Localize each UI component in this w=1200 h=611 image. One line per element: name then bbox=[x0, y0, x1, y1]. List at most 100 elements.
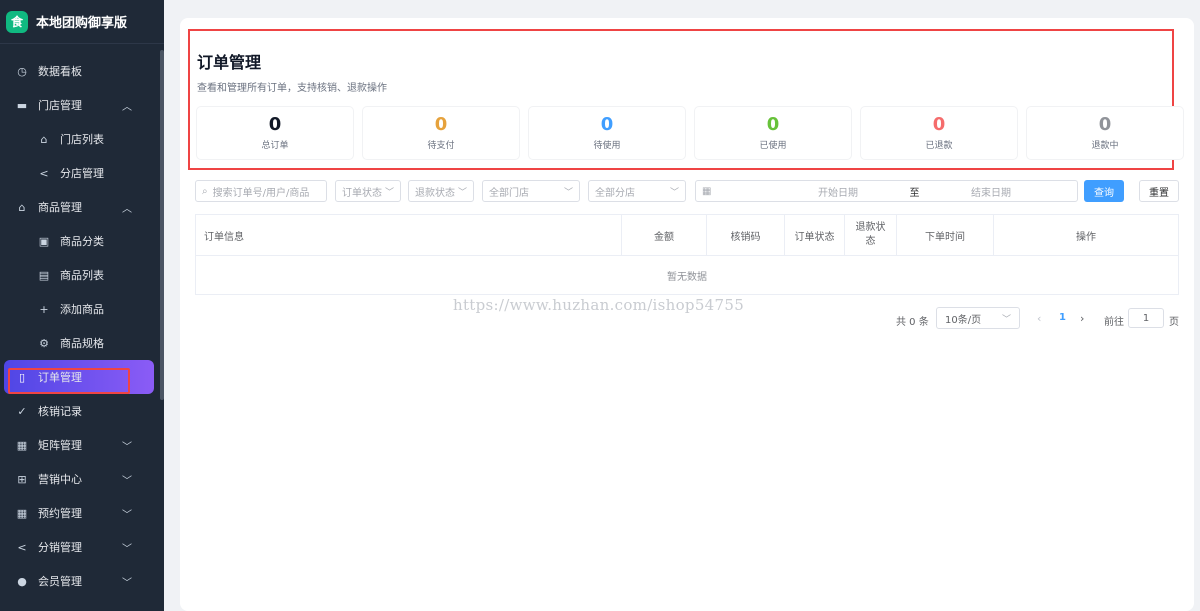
page-title: 订单管理 bbox=[197, 53, 262, 72]
sidebar-item-store-management[interactable]: ▬ 门店管理 ︿ bbox=[0, 88, 164, 122]
goto-page-input[interactable]: 1 bbox=[1128, 308, 1164, 328]
search-placeholder: 搜索订单号/用户/商品 bbox=[212, 187, 310, 199]
sidebar-item-verification-records[interactable]: ✓ 核销记录 bbox=[0, 394, 164, 428]
page-suffix: 页 bbox=[1169, 317, 1179, 328]
sidebar-item-label: 分店管理 bbox=[60, 167, 104, 180]
stat-label: 待支付 bbox=[427, 141, 455, 152]
sidebar-item-distribution-management[interactable]: < 分销管理 ﹀ bbox=[0, 530, 164, 564]
page-size-select[interactable]: 10条/页 ﹀ bbox=[936, 307, 1020, 329]
order-status-value: 订单状态 bbox=[342, 187, 382, 199]
app-logo-icon: 食 bbox=[6, 10, 28, 33]
sidebar-item-label: 数据看板 bbox=[38, 65, 82, 78]
app-title: 本地团购御享版 bbox=[36, 16, 128, 31]
chevron-down-icon: ﹀ bbox=[563, 187, 573, 198]
stat-value: 0 bbox=[1098, 113, 1112, 135]
share-icon: < bbox=[17, 540, 27, 554]
chevron-up-icon: ︿ bbox=[122, 203, 132, 215]
watermark-text: https://www.huzhan.com/ishop54755 bbox=[453, 296, 745, 314]
sidebar-item-order-management[interactable]: ▯ 订单管理 bbox=[4, 360, 154, 394]
sidebar-item-label: 会员管理 bbox=[38, 575, 82, 588]
sidebar-item-label: 核销记录 bbox=[38, 405, 82, 418]
sidebar-item-booking-management[interactable]: ▦ 预约管理 ﹀ bbox=[0, 496, 164, 530]
stat-card-used: 0 已使用 bbox=[695, 107, 851, 159]
chevron-down-icon: ﹀ bbox=[122, 543, 132, 555]
empty-state: 暂无数据 bbox=[667, 271, 707, 283]
grid-icon: ▦ bbox=[16, 438, 28, 452]
sidebar-item-label: 分销管理 bbox=[38, 541, 82, 554]
refund-status-select[interactable]: 退款状态 ﹀ bbox=[408, 180, 474, 202]
search-input[interactable]: ⌕ 搜索订单号/用户/商品 bbox=[195, 180, 327, 202]
chevron-down-icon: ﹀ bbox=[122, 509, 132, 521]
sidebar-item-store-list[interactable]: ⌂ 门店列表 bbox=[0, 122, 164, 156]
sidebar-item-product-spec[interactable]: ⚙ 商品规格 bbox=[0, 326, 164, 360]
stat-label: 已退款 bbox=[925, 141, 953, 152]
filter-bar: ⌕ 搜索订单号/用户/商品 订单状态 ﹀ 退款状态 ﹀ 全部门店 ﹀ 全部分店 … bbox=[195, 180, 1179, 202]
order-status-select[interactable]: 订单状态 ﹀ bbox=[335, 180, 401, 202]
sidebar-item-label: 营销中心 bbox=[38, 473, 82, 486]
column-header: 订单信息 bbox=[196, 215, 622, 255]
clipboard-icon: ▤ bbox=[38, 268, 50, 282]
store-icon: ▬ bbox=[16, 98, 28, 112]
sidebar-scrollbar[interactable] bbox=[160, 50, 164, 400]
sidebar-item-marketing-center[interactable]: ⊞ 营销中心 ﹀ bbox=[0, 462, 164, 496]
stat-value: 0 bbox=[932, 113, 946, 135]
dashboard-icon: ◷ bbox=[17, 64, 27, 78]
reset-button[interactable]: 重置 bbox=[1139, 180, 1179, 202]
end-date-input[interactable]: 结束日期 bbox=[971, 184, 1011, 199]
plus-icon: + bbox=[39, 302, 49, 316]
sidebar-item-label: 商品分类 bbox=[60, 235, 104, 248]
sidebar-item-dashboard[interactable]: ◷ 数据看板 bbox=[0, 54, 164, 88]
sidebar-item-member-management[interactable]: ● 会员管理 ﹀ bbox=[0, 564, 164, 598]
sidebar-item-product-list[interactable]: ▤ 商品列表 bbox=[0, 258, 164, 292]
page-size-value: 10条/页 bbox=[945, 314, 982, 326]
orders-table: 订单信息 金额 核销码 订单状态 退款状态 下单时间 操作 暂无数据 bbox=[195, 214, 1179, 295]
next-page-icon[interactable]: › bbox=[1080, 312, 1084, 325]
column-header: 操作 bbox=[1076, 231, 1096, 243]
stat-value: 0 bbox=[434, 113, 448, 135]
branch-select[interactable]: 全部分店 ﹀ bbox=[588, 180, 686, 202]
document-icon: ▯ bbox=[18, 370, 26, 384]
column-header: 订单状态 bbox=[785, 215, 845, 255]
sidebar-item-label: 门店列表 bbox=[60, 133, 104, 146]
sidebar-item-label: 商品管理 bbox=[38, 201, 82, 214]
stat-label: 待使用 bbox=[593, 141, 621, 152]
chevron-down-icon: ﹀ bbox=[122, 441, 132, 453]
sidebar-item-label: 订单管理 bbox=[38, 371, 82, 384]
date-range-picker[interactable]: ▦ 开始日期 至 结束日期 bbox=[695, 180, 1078, 202]
sidebar-item-product-category[interactable]: ▣ 商品分类 bbox=[0, 224, 164, 258]
sidebar-item-matrix-management[interactable]: ▦ 矩阵管理 ﹀ bbox=[0, 428, 164, 462]
chevron-down-icon: ﹀ bbox=[122, 577, 132, 589]
stat-card-refunded: 0 已退款 bbox=[861, 107, 1017, 159]
chevron-down-icon: ﹀ bbox=[1001, 314, 1011, 325]
checklist-icon: ✓ bbox=[17, 404, 27, 418]
column-header: 金额 bbox=[622, 215, 707, 255]
store-value: 全部门店 bbox=[489, 187, 529, 199]
sidebar-item-add-product[interactable]: + 添加商品 bbox=[0, 292, 164, 326]
stat-card-pending-use: 0 待使用 bbox=[529, 107, 685, 159]
sidebar-item-product-management[interactable]: ⌂ 商品管理 ︿ bbox=[0, 190, 164, 224]
query-button[interactable]: 查询 bbox=[1084, 180, 1124, 202]
store-select[interactable]: 全部门店 ﹀ bbox=[482, 180, 580, 202]
sidebar-item-branch-management[interactable]: < 分店管理 bbox=[0, 156, 164, 190]
column-header: 下单时间 bbox=[897, 215, 994, 255]
start-date-input[interactable]: 开始日期 bbox=[818, 184, 858, 199]
sidebar-item-label: 商品规格 bbox=[60, 337, 104, 350]
gift-icon: ⊞ bbox=[17, 472, 27, 486]
page-number[interactable]: 1 bbox=[1059, 312, 1066, 323]
gear-icon: ⚙ bbox=[39, 336, 49, 350]
user-icon: ● bbox=[17, 574, 27, 588]
prev-page-icon[interactable]: ‹ bbox=[1037, 312, 1041, 325]
stat-card-refunding: 0 退款中 bbox=[1027, 107, 1183, 159]
category-icon: ▣ bbox=[38, 234, 50, 248]
sidebar-item-label: 添加商品 bbox=[60, 303, 104, 316]
column-header: 核销码 bbox=[707, 215, 785, 255]
sidebar-item-label: 矩阵管理 bbox=[38, 439, 82, 452]
sidebar-item-label: 预约管理 bbox=[38, 507, 82, 520]
sidebar-menu: ◷ 数据看板 ▬ 门店管理 ︿ ⌂ 门店列表 < 分店管理 ⌂ 商品管理 ︿ ▣… bbox=[0, 44, 164, 598]
main-panel: 订单管理 查看和管理所有订单，支持核销、退款操作 0 总订单 0 待支付 0 待… bbox=[180, 18, 1194, 611]
sidebar-item-label: 门店管理 bbox=[38, 99, 82, 112]
stat-value: 0 bbox=[268, 113, 282, 135]
order-overview-section: 订单管理 查看和管理所有订单，支持核销、退款操作 0 总订单 0 待支付 0 待… bbox=[188, 29, 1183, 170]
search-icon: ⌕ bbox=[202, 185, 208, 197]
chevron-down-icon: ﹀ bbox=[669, 187, 679, 198]
